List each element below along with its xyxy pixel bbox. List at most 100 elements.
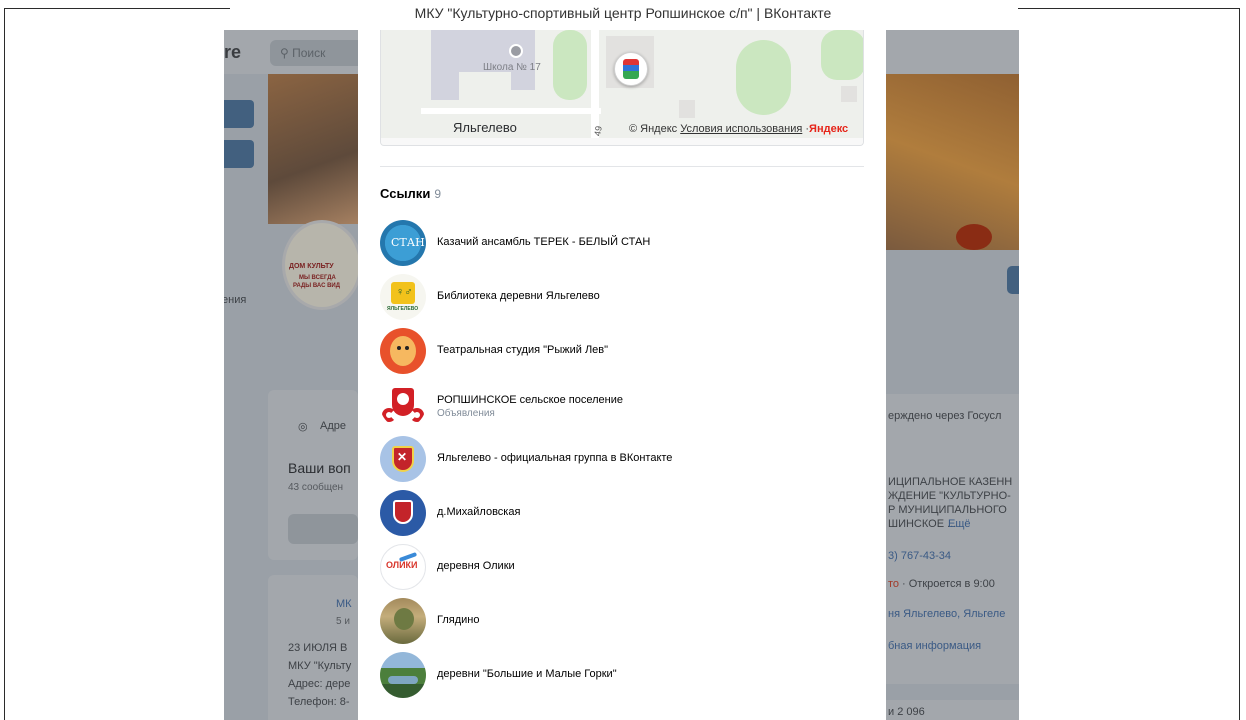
background-gray-button[interactable] [288, 514, 358, 544]
background-more-link[interactable]: Ещё [948, 518, 971, 530]
map-road-number: 49 [592, 125, 604, 137]
section-divider [380, 166, 864, 167]
map-attribution: © Яндекс Условия использования ·Яндекс [629, 123, 848, 135]
link-name[interactable]: Яльгелево - официальная группа в ВКонтак… [437, 452, 672, 464]
link-name[interactable]: д.Михайловская [437, 506, 520, 518]
terek-logo-text: СТАН [391, 236, 425, 249]
link-name[interactable]: Казачий ансамбль ТЕРЕК - БЕЛЫЙ СТАН [437, 236, 650, 248]
map-location-pin[interactable] [614, 52, 648, 86]
yandex-map[interactable]: Школа № 17 Яльгелево 49 © Яндекс Условия… [380, 30, 864, 146]
background-questions-title: Ваши воп [288, 460, 351, 476]
mikhailovskaya-coat-of-arms-icon[interactable] [380, 490, 426, 536]
library-logo-caption: ЯЛЬГЕЛЕВО [387, 306, 419, 312]
link-name[interactable]: деревня Олики [437, 560, 515, 572]
background-org-line: ЖДЕНИЕ "КУЛЬТУРНО- [888, 490, 1011, 502]
map-park [553, 30, 587, 100]
avatar-text: МЫ ВСЕГДА [299, 275, 336, 281]
background-org-line: Р МУНИЦИПАЛЬНОГО [888, 504, 1007, 516]
map-road [421, 108, 601, 114]
background-post-line: МКУ "Культу [288, 660, 352, 672]
lion-face [390, 336, 416, 366]
map-building [679, 100, 695, 118]
background-gosuslugi-text: ерждено через Госусл [888, 410, 1002, 422]
background-text: ения [224, 294, 247, 306]
link-item[interactable]: Глядино [380, 598, 864, 646]
link-name[interactable]: Библиотека деревни Яльгелево [437, 290, 600, 302]
link-item[interactable]: ♀♂ ЯЛЬГЕЛЕВО Библиотека деревни Яльгелево [380, 274, 864, 322]
lion-eye [397, 346, 401, 350]
background-status-closed: то [888, 578, 900, 590]
link-item[interactable]: СТАН Казачий ансамбль ТЕРЕК - БЕЛЫЙ СТАН [380, 220, 864, 268]
background-questions-count: 43 сообщен [288, 482, 344, 493]
glyadino-photo-icon[interactable] [380, 598, 426, 644]
location-icon: ◎ [298, 421, 308, 433]
lion-eye [405, 346, 409, 350]
cover-decoration [956, 224, 992, 250]
link-item[interactable]: РОПШИНСКОЕ сельское поселение Объявления [380, 382, 864, 430]
oliki-logo-icon[interactable]: ОЛИКИ [380, 544, 426, 590]
vk-logo[interactable]: re [224, 42, 241, 63]
gorki-photo-icon[interactable] [380, 652, 426, 698]
oliki-logo-text: ОЛИКИ [386, 560, 418, 570]
map-terms-link[interactable]: Условия использования [680, 123, 802, 135]
ropsha-coat-of-arms-icon[interactable] [380, 382, 426, 428]
link-item[interactable]: деревни "Большие и Малые Горки" [380, 652, 864, 700]
terek-logo-icon[interactable]: СТАН [380, 220, 426, 266]
map-park [736, 40, 791, 115]
community-avatar[interactable]: ДОМ КУЛЬТУ МЫ ВСЕГДА РАДЫ ВАС ВИД [282, 220, 362, 310]
map-village-label: Яльгелево [453, 120, 517, 135]
frame-border-top-left [4, 8, 230, 9]
background-action-button[interactable] [1007, 266, 1019, 294]
screenshot-frame: МКУ "Культурно-спортивный центр Ропшинск… [0, 0, 1246, 720]
link-item[interactable]: ОЛИКИ деревня Олики [380, 544, 864, 592]
library-logo-icon[interactable]: ♀♂ ЯЛЬГЕЛЕВО [380, 274, 426, 320]
background-address-label: Адре [320, 420, 346, 432]
cover-image-right [886, 74, 1019, 250]
background-members-count: и 2 096 [888, 706, 925, 718]
link-name[interactable]: РОПШИНСКОЕ сельское поселение [437, 394, 623, 406]
background-button[interactable] [224, 140, 254, 168]
map-park [821, 30, 863, 80]
link-item[interactable]: Театральная студия "Рыжий Лев" [380, 328, 864, 376]
ropsha-curl [382, 408, 396, 422]
background-address[interactable]: ня Яльгелево, Яльгеле [888, 608, 1005, 620]
map-road [381, 138, 863, 145]
background-post-line: Адрес: дере [288, 678, 351, 690]
glyadino-tree [394, 608, 414, 630]
mikhailovskaya-shield [393, 500, 413, 524]
yandex-brand[interactable]: Яндекс [809, 123, 848, 135]
map-building [431, 72, 459, 100]
gorki-water [388, 676, 418, 684]
background-post-line: 23 ИЮЛЯ В [288, 642, 348, 654]
link-name[interactable]: деревни "Большие и Малые Горки" [437, 668, 617, 680]
map-pin-logo-icon [623, 59, 639, 79]
background-post-time: 5 и [336, 616, 350, 627]
link-item[interactable]: д.Михайловская [380, 490, 864, 538]
link-name[interactable]: Глядино [437, 614, 479, 626]
link-name[interactable]: Театральная студия "Рыжий Лев" [437, 344, 608, 356]
frame-border-left [4, 8, 5, 720]
background-more-info-link[interactable]: бная информация [888, 640, 981, 652]
search-placeholder: Поиск [292, 46, 326, 60]
lion-logo-icon[interactable] [380, 328, 426, 374]
map-building [511, 72, 535, 90]
background-org-line: ШИНСКОЕ ... [888, 518, 957, 530]
map-building [841, 86, 857, 102]
background-org-line: ИЦИПАЛЬНОЕ КАЗЕНН [888, 476, 1013, 488]
cover-image-left [268, 74, 358, 224]
yalgelevo-coat-of-arms-icon[interactable]: ✕ [380, 436, 426, 482]
background-post-author[interactable]: МК [336, 598, 352, 610]
ropsha-curl [410, 408, 424, 422]
school-icon [509, 44, 523, 58]
window-title: МКУ "Культурно-спортивный центр Ропшинск… [414, 5, 832, 21]
background-button[interactable] [224, 100, 254, 128]
links-section-title: Ссылки 9 [380, 186, 441, 201]
map-attribution-prefix: © Яндекс [629, 123, 678, 135]
avatar-text: ДОМ КУЛЬТУ [289, 263, 334, 270]
link-item[interactable]: ✕ Яльгелево - официальная группа в ВКонт… [380, 436, 864, 484]
links-count: 9 [434, 187, 441, 201]
library-logo-figures: ♀♂ [396, 286, 413, 298]
background-phone[interactable]: 3) 767-43-34 [888, 550, 951, 562]
ropsha-shield-emblem [397, 393, 409, 405]
yalgelevo-shield-cross: ✕ [397, 450, 408, 464]
